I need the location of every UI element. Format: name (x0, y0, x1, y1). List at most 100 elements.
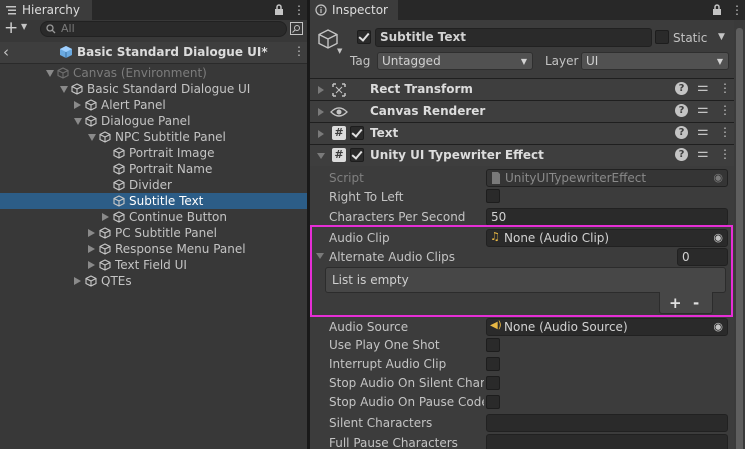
collapsed-arrow-icon[interactable] (88, 261, 95, 269)
hierarchy-row[interactable]: Continue Button (0, 209, 307, 225)
eye-icon (330, 107, 348, 117)
hierarchy-row[interactable]: Portrait Image (0, 145, 307, 161)
inspector-tabbar: Inspector ⋮ (310, 0, 745, 20)
component-menu-icon[interactable]: ⋮ (719, 103, 731, 117)
collapsed-arrow-icon[interactable] (102, 213, 109, 221)
alt-clips-expand-icon[interactable] (316, 253, 324, 259)
lock-icon[interactable] (274, 4, 284, 16)
component-title: Canvas Renderer (370, 104, 486, 118)
object-picker-icon[interactable]: ◉ (713, 320, 723, 334)
audio-source-field[interactable]: ◀) None (Audio Source) ◉ (486, 318, 728, 336)
scene-menu-icon[interactable]: ⋮ (293, 44, 305, 58)
scrollbar-thumb[interactable] (736, 28, 743, 449)
scene-title: Basic Standard Dialogue UI* (77, 45, 268, 59)
hierarchy-tab[interactable]: Hierarchy (0, 0, 92, 20)
static-dropdown-icon[interactable]: ▼ (718, 32, 725, 42)
right-to-left-label: Right To Left (329, 190, 404, 204)
more-vertical-icon[interactable]: ⋮ (293, 3, 305, 17)
hierarchy-row[interactable]: Text Field UI (0, 257, 307, 273)
expanded-arrow-icon[interactable] (74, 118, 82, 125)
hierarchy-row[interactable]: PC Subtitle Panel (0, 225, 307, 241)
collapse-arrow-icon[interactable] (318, 130, 324, 138)
interrupt-audio-checkbox[interactable] (486, 357, 500, 371)
component-menu-icon[interactable]: ⋮ (719, 81, 731, 95)
more-vertical-icon[interactable]: ⋮ (731, 3, 743, 17)
expanded-arrow-icon[interactable] (46, 70, 54, 77)
collapsed-arrow-icon[interactable] (74, 101, 81, 109)
hierarchy-tab-label: Hierarchy (22, 3, 81, 17)
search-by-type-icon[interactable] (290, 22, 303, 35)
alt-clips-size-input[interactable]: 0 (677, 248, 728, 266)
component-icons: ? ⚌ ⋮ (675, 102, 735, 119)
list-icon (6, 6, 16, 15)
hierarchy-row[interactable]: Portrait Name (0, 161, 307, 177)
script-hash-icon: # (332, 148, 346, 162)
hierarchy-row[interactable]: Response Menu Panel (0, 241, 307, 257)
component-canvas-renderer[interactable]: Canvas Renderer ? ⚌ ⋮ (310, 100, 745, 122)
chars-per-second-input[interactable]: 50 (486, 208, 728, 226)
prefab-cube-icon (60, 46, 72, 58)
hierarchy-search-input[interactable]: All (40, 21, 287, 37)
preset-icon[interactable]: ⚌ (697, 80, 709, 95)
help-icon[interactable]: ? (675, 148, 688, 161)
component-rect-transform[interactable]: Rect Transform ? ⚌ ⋮ (310, 78, 745, 100)
full-pause-characters-input[interactable] (486, 434, 728, 449)
collapsed-arrow-icon[interactable] (74, 277, 81, 285)
expanded-arrow-icon[interactable] (60, 86, 68, 93)
add-element-button[interactable]: + (669, 294, 682, 312)
component-menu-icon[interactable]: ⋮ (719, 147, 731, 161)
component-enabled-checkbox[interactable] (350, 126, 364, 140)
preset-icon[interactable]: ⚌ (697, 102, 709, 117)
expand-arrow-icon[interactable] (317, 153, 325, 159)
stop-audio-pause-checkbox[interactable] (486, 395, 500, 409)
gameobject-cube-icon (57, 67, 69, 79)
hierarchy-row[interactable]: Divider (0, 177, 307, 193)
silent-characters-input[interactable] (486, 414, 728, 432)
hierarchy-row[interactable]: NPC Subtitle Panel (0, 129, 307, 145)
remove-element-button[interactable]: - (693, 294, 699, 312)
layer-dropdown[interactable]: UI ▼ (581, 52, 729, 70)
search-icon (46, 24, 56, 34)
hierarchy-row[interactable]: Subtitle Text (0, 193, 307, 209)
stop-audio-silent-checkbox[interactable] (486, 376, 500, 390)
hierarchy-row-label: Dialogue Panel (101, 114, 191, 128)
component-menu-icon[interactable]: ⋮ (719, 125, 731, 139)
collapse-arrow-icon[interactable] (318, 86, 324, 94)
hierarchy-row[interactable]: QTEs (0, 273, 307, 289)
hierarchy-row[interactable]: Canvas (Environment) (0, 65, 307, 81)
gameobject-cube-icon (318, 29, 338, 49)
play-one-shot-checkbox[interactable] (486, 338, 500, 352)
lock-icon[interactable] (712, 4, 722, 16)
preset-icon[interactable]: ⚌ (697, 124, 709, 139)
object-name-input[interactable]: Subtitle Text (375, 28, 652, 47)
right-to-left-checkbox[interactable] (486, 189, 500, 203)
help-icon[interactable]: ? (675, 126, 688, 139)
collapse-arrow-icon[interactable] (318, 108, 324, 116)
scene-header[interactable]: ‹ Basic Standard Dialogue UI* ⋮ (0, 42, 307, 64)
hierarchy-row[interactable]: Alert Panel (0, 97, 307, 113)
collapsed-arrow-icon[interactable] (88, 245, 95, 253)
inspector-tab[interactable]: Inspector (310, 0, 398, 20)
active-checkbox[interactable] (357, 30, 371, 44)
object-picker-icon[interactable]: ◉ (713, 231, 723, 245)
audio-clip-field[interactable]: ♫ None (Audio Clip) ◉ (486, 229, 728, 247)
static-checkbox[interactable] (655, 30, 669, 44)
component-typewriter[interactable]: # Unity UI Typewriter Effect ? ⚌ ⋮ (310, 144, 745, 166)
plus-icon: + (4, 18, 19, 38)
create-button[interactable]: + ▼ (4, 18, 34, 38)
hierarchy-row[interactable]: Basic Standard Dialogue UI (0, 81, 307, 97)
play-one-shot-label: Use Play One Shot (329, 338, 440, 352)
inspector-scrollbar[interactable] (734, 20, 745, 449)
expanded-arrow-icon[interactable] (88, 134, 96, 141)
collapsed-arrow-icon[interactable] (88, 229, 95, 237)
component-text[interactable]: # Text ? ⚌ ⋮ (310, 122, 745, 144)
icon-dropdown-icon[interactable]: ▼ (337, 47, 342, 55)
back-chevron-icon[interactable]: ‹ (3, 43, 9, 61)
component-enabled-checkbox[interactable] (350, 148, 364, 162)
script-value: UnityUITypewriterEffect (505, 171, 647, 185)
help-icon[interactable]: ? (675, 82, 688, 95)
preset-icon[interactable]: ⚌ (697, 146, 709, 161)
hierarchy-row[interactable]: Dialogue Panel (0, 113, 307, 129)
help-icon[interactable]: ? (675, 104, 688, 117)
tag-dropdown[interactable]: Untagged ▼ (377, 52, 533, 70)
